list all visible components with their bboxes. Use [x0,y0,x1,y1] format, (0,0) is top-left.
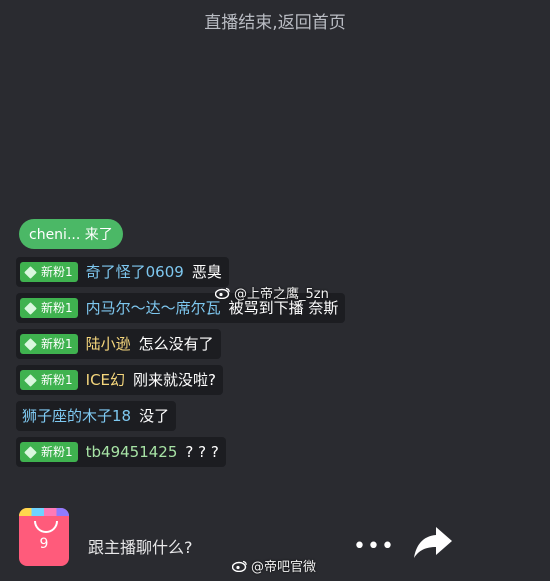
fan-badge-label: 新粉1 [41,301,73,315]
chat-text: 怎么没有了 [138,335,214,353]
diamond-icon [24,337,37,351]
chat-message: 新粉1 奇了怪了0609 恶臭 [16,257,229,287]
return-home-link[interactable]: 直播结束,返回首页 [0,8,550,33]
chat-username[interactable]: 内马尔～达～席尔瓦 [86,298,221,318]
fan-badge: 新粉1 [20,298,78,318]
chat-message: 狮子座的木子18 没了 [16,401,177,431]
chat-text: 没了 [139,407,170,425]
chat-username[interactable]: 陆小逊 [86,334,131,354]
watermark-text: @帝吧官微 [251,560,317,575]
watermark: @帝吧官微 [232,556,316,575]
join-notice: cheni... 来了 [19,219,123,249]
bottom-bar: 9 跟主播聊什么? ••• @帝吧官微 [0,498,550,578]
chat-text: 恶臭 [191,263,222,281]
chat-message: 新粉1 tb49451425 ? ? ? [16,437,226,467]
chat-message: 新粉1 ICE幻 刚来就没啦? [16,365,223,395]
fan-badge-label: 新粉1 [41,373,73,387]
gift-bag-stripe [19,508,69,516]
chat-username[interactable]: tb49451425 [86,442,178,462]
watermark-text: @上帝之鹰_5zn [234,287,329,302]
fan-badge-label: 新粉1 [41,445,73,459]
chat-input[interactable]: 跟主播聊什么? [88,534,193,558]
fan-badge: 新粉1 [20,370,78,390]
diamond-icon [24,265,37,279]
chat-username[interactable]: ICE幻 [86,370,125,390]
fan-badge-label: 新粉1 [41,265,73,279]
chat-text: 刚来就没啦? [133,371,216,389]
weibo-icon [215,287,230,299]
fan-badge: 新粉1 [20,262,78,282]
watermark: @上帝之鹰_5zn [215,283,329,302]
fan-badge: 新粉1 [20,442,78,462]
chat-username[interactable]: 奇了怪了0609 [86,262,184,282]
chat-text: ? ? ? [185,443,219,461]
diamond-icon [24,445,37,459]
chat-message: 新粉1 陆小逊 怎么没有了 [16,329,221,359]
share-arrow-icon[interactable] [412,523,454,561]
gift-count: 9 [39,536,49,552]
more-dots-icon[interactable]: ••• [353,534,395,559]
weibo-icon [232,560,247,572]
gift-bag-icon[interactable]: 9 [19,508,69,566]
diamond-icon [24,301,37,315]
diamond-icon [24,373,37,387]
fan-badge: 新粉1 [20,334,78,354]
chat-username[interactable]: 狮子座的木子18 [22,406,131,426]
gift-bag-smile [34,521,58,533]
fan-badge-label: 新粉1 [41,337,73,351]
